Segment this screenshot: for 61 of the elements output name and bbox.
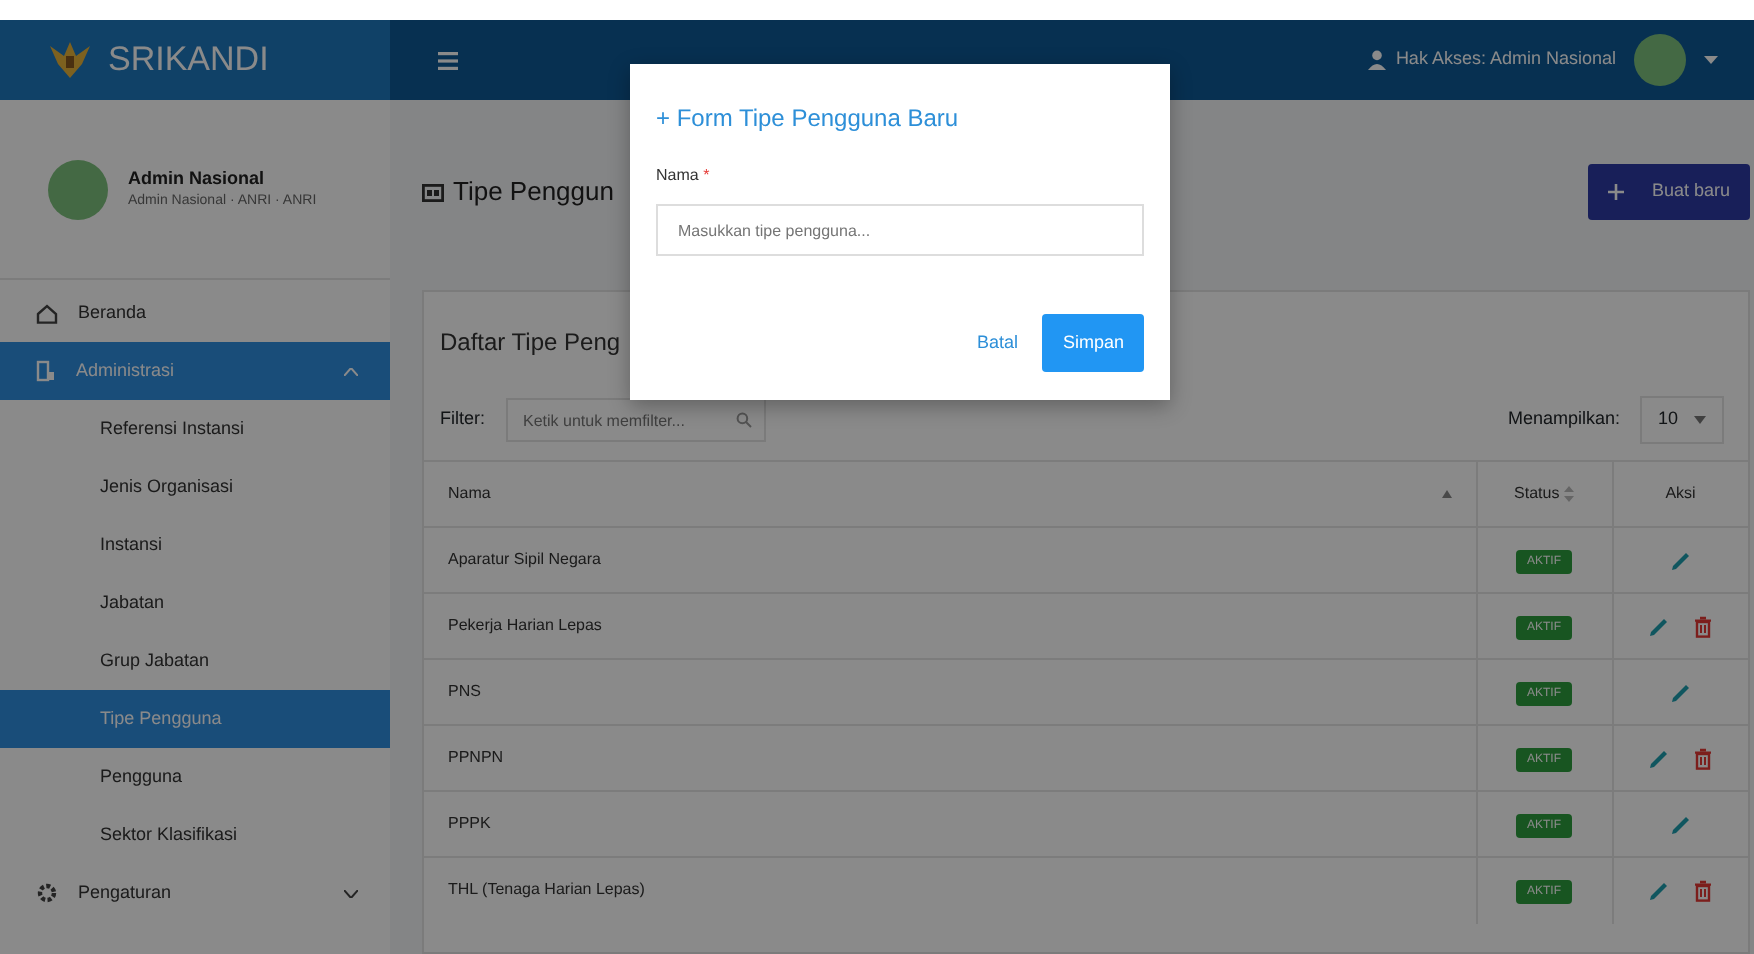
home-icon xyxy=(36,303,58,324)
user-avatar[interactable] xyxy=(1634,34,1686,86)
sidebar-subitem[interactable]: Tipe Pengguna xyxy=(0,690,390,749)
edit-icon[interactable] xyxy=(1648,879,1671,902)
sidebar-subitem[interactable]: Jenis Organisasi xyxy=(0,458,390,517)
table-cell: Pekerja Harian Lepas xyxy=(424,593,1476,659)
caret-icon[interactable] xyxy=(1704,56,1718,64)
edit-icon[interactable] xyxy=(1669,813,1692,835)
sidebar-item[interactable]: Pengaturan xyxy=(0,864,390,923)
settings-icon xyxy=(36,882,58,905)
id-card-icon xyxy=(422,183,444,201)
card-title: Daftar Tipe Peng xyxy=(440,326,621,360)
access-role-text: Hak Akses: Admin Nasional xyxy=(1395,46,1616,73)
sidebar-subitem[interactable]: Pengguna xyxy=(0,748,390,807)
page-size-select[interactable]: 10 xyxy=(1639,396,1724,444)
sort-icon[interactable] xyxy=(1563,485,1574,502)
cancel-button[interactable]: Batal xyxy=(960,317,1034,368)
eagle-emblem-icon xyxy=(48,40,92,80)
user-icon xyxy=(1368,50,1387,70)
filter-field[interactable]: Ketik untuk memfilter... xyxy=(505,398,765,442)
user-avatar xyxy=(48,159,108,219)
sort-icon[interactable] xyxy=(1441,490,1451,498)
sidebar-item[interactable]: Administrasi xyxy=(0,342,390,401)
modal-title: + Form Tipe Pengguna Baru xyxy=(656,102,961,136)
page-size-label: Menampilkan: xyxy=(1507,406,1620,433)
brand-name: SRIKANDI xyxy=(108,38,269,83)
filter-label: Filter: xyxy=(440,406,485,433)
sidebar-subitem[interactable]: Grup Jabatan xyxy=(0,632,390,691)
sidebar-label: Pengaturan xyxy=(78,880,172,906)
save-button[interactable]: Simpan xyxy=(1042,313,1144,372)
field-label: Nama * xyxy=(656,164,712,188)
sidebar-subitem[interactable]: Instansi xyxy=(0,516,390,575)
plus-icon xyxy=(1607,184,1624,200)
column-header[interactable]: Status xyxy=(1476,461,1612,527)
sidebar-label: Administrasi xyxy=(76,358,175,384)
create-button[interactable]: Buat baru xyxy=(1587,164,1750,220)
table-cell: PNS xyxy=(424,659,1476,725)
name-input-field[interactable]: Masukkan tipe pengguna... xyxy=(656,204,1144,256)
table-cell: PPPK xyxy=(424,791,1476,857)
user-name: Admin Nasional xyxy=(128,165,267,191)
sidebar-item[interactable]: Beranda xyxy=(0,284,390,343)
delete-icon[interactable] xyxy=(1694,615,1713,637)
edit-icon[interactable] xyxy=(1669,549,1692,571)
sidebar-subitem[interactable]: Referensi Instansi xyxy=(0,400,390,459)
edit-icon[interactable] xyxy=(1669,681,1692,703)
column-header[interactable]: Nama xyxy=(424,461,1476,527)
table-cell: Aparatur Sipil Negara xyxy=(424,527,1476,593)
sidebar-subitem[interactable]: Jabatan xyxy=(0,574,390,633)
table-cell: THL (Tenaga Harian Lepas) xyxy=(424,857,1476,923)
caret-icon xyxy=(1694,416,1706,424)
table-cell: PPNPN xyxy=(424,725,1476,791)
search-icon xyxy=(735,412,751,428)
building-icon xyxy=(36,360,56,383)
delete-icon[interactable] xyxy=(1694,747,1713,769)
sidebar-subitem[interactable]: Sektor Klasifikasi xyxy=(0,806,390,865)
edit-icon[interactable] xyxy=(1648,747,1671,769)
edit-icon[interactable] xyxy=(1648,615,1671,637)
page-title: Tipe Penggun xyxy=(453,174,614,211)
column-header: Aksi xyxy=(1612,461,1748,527)
sidebar-label: Beranda xyxy=(78,300,147,326)
delete-icon[interactable] xyxy=(1694,879,1713,902)
